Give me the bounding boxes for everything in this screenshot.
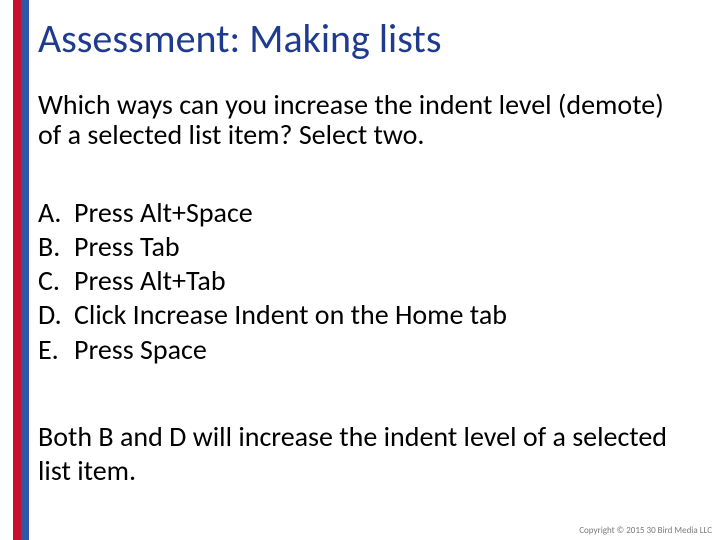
accent-stripe-blue bbox=[21, 0, 29, 540]
option-a-label: A. bbox=[38, 196, 74, 230]
option-c: C. Press Alt+Tab bbox=[38, 264, 690, 298]
question-text: Which ways can you increase the indent l… bbox=[38, 90, 690, 150]
copyright-text: Copyright © 2015 30 Bird Media LLC bbox=[579, 525, 712, 536]
answer-text: Both B and D will increase the indent le… bbox=[38, 420, 690, 487]
slide-title: Assessment: Making lists bbox=[38, 14, 441, 63]
option-d: D. Click Increase Indent on the Home tab bbox=[38, 298, 690, 332]
option-e-text: Press Space bbox=[74, 333, 207, 367]
slide: Assessment: Making lists Which ways can … bbox=[0, 0, 720, 540]
option-c-text: Press Alt+Tab bbox=[74, 264, 226, 298]
option-b-label: B. bbox=[38, 230, 74, 264]
option-a: A. Press Alt+Space bbox=[38, 196, 690, 230]
option-a-text: Press Alt+Space bbox=[74, 196, 253, 230]
options-list: A. Press Alt+Space B. Press Tab C. Press… bbox=[38, 196, 690, 367]
accent-stripe-red bbox=[13, 0, 21, 540]
option-d-text: Click Increase Indent on the Home tab bbox=[74, 298, 507, 332]
option-b: B. Press Tab bbox=[38, 230, 690, 264]
option-d-label: D. bbox=[38, 298, 74, 332]
option-e-label: E. bbox=[38, 333, 74, 367]
option-b-text: Press Tab bbox=[74, 230, 180, 264]
option-e: E. Press Space bbox=[38, 333, 690, 367]
option-c-label: C. bbox=[38, 264, 74, 298]
